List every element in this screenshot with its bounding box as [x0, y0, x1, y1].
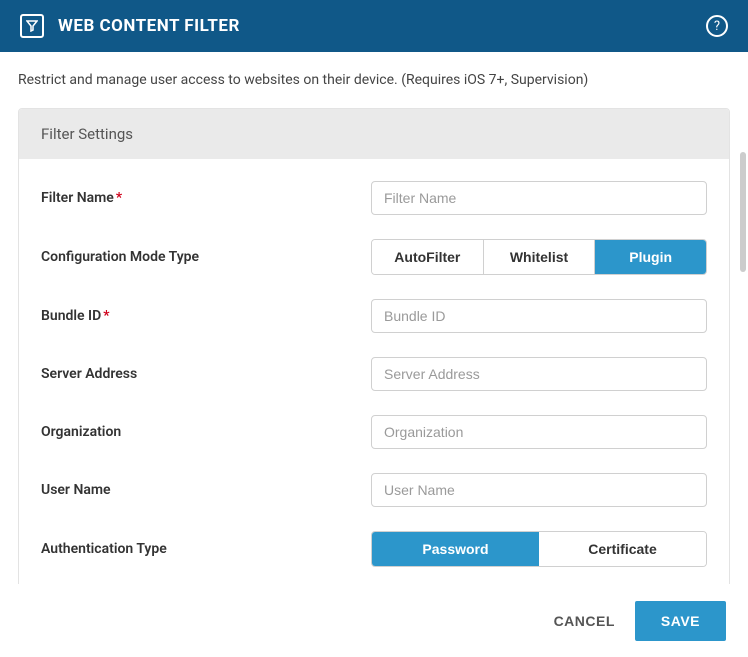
filter-name-input[interactable] — [371, 181, 707, 215]
config-mode-whitelist[interactable]: Whitelist — [484, 240, 596, 274]
config-mode-autofilter[interactable]: AutoFilter — [372, 240, 484, 274]
server-address-row: Server Address — [41, 345, 707, 403]
server-address-input[interactable] — [371, 357, 707, 391]
organization-label: Organization — [41, 424, 351, 440]
section-title: Filter Settings — [19, 109, 729, 159]
organization-input[interactable] — [371, 415, 707, 449]
server-address-label: Server Address — [41, 366, 351, 382]
organization-row: Organization — [41, 403, 707, 461]
filter-name-row: Filter Name* — [41, 169, 707, 227]
description-text: Restrict and manage user access to websi… — [0, 52, 748, 108]
help-icon[interactable]: ? — [706, 15, 728, 37]
auth-type-segmented: Password Certificate — [371, 531, 707, 567]
config-mode-label: Configuration Mode Type — [41, 249, 351, 265]
auth-type-certificate[interactable]: Certificate — [539, 532, 706, 566]
auth-type-row: Authentication Type Password Certificate — [41, 519, 707, 579]
config-mode-segmented: AutoFilter Whitelist Plugin — [371, 239, 707, 275]
auth-type-label: Authentication Type — [41, 541, 351, 557]
user-name-label: User Name — [41, 482, 351, 498]
filter-icon — [20, 14, 44, 38]
user-name-row: User Name — [41, 461, 707, 519]
cancel-button[interactable]: CANCEL — [554, 613, 615, 629]
dialog-title: WEB CONTENT FILTER — [58, 16, 692, 36]
config-mode-plugin[interactable]: Plugin — [595, 240, 706, 274]
filter-name-label: Filter Name* — [41, 190, 351, 206]
content: Restrict and manage user access to websi… — [0, 52, 748, 584]
save-button[interactable]: SAVE — [635, 601, 726, 641]
config-mode-row: Configuration Mode Type AutoFilter White… — [41, 227, 707, 287]
user-name-input[interactable] — [371, 473, 707, 507]
auth-type-password[interactable]: Password — [372, 532, 539, 566]
dialog-footer: CANCEL SAVE — [0, 584, 748, 657]
scrollbar[interactable] — [740, 152, 746, 272]
dialog-header: WEB CONTENT FILTER ? — [0, 0, 748, 52]
bundle-id-label: Bundle ID* — [41, 308, 351, 324]
bundle-id-row: Bundle ID* — [41, 287, 707, 345]
password-row: Password — [41, 579, 707, 584]
bundle-id-input[interactable] — [371, 299, 707, 333]
filter-settings-section: Filter Settings Filter Name* Configurati… — [18, 108, 730, 584]
